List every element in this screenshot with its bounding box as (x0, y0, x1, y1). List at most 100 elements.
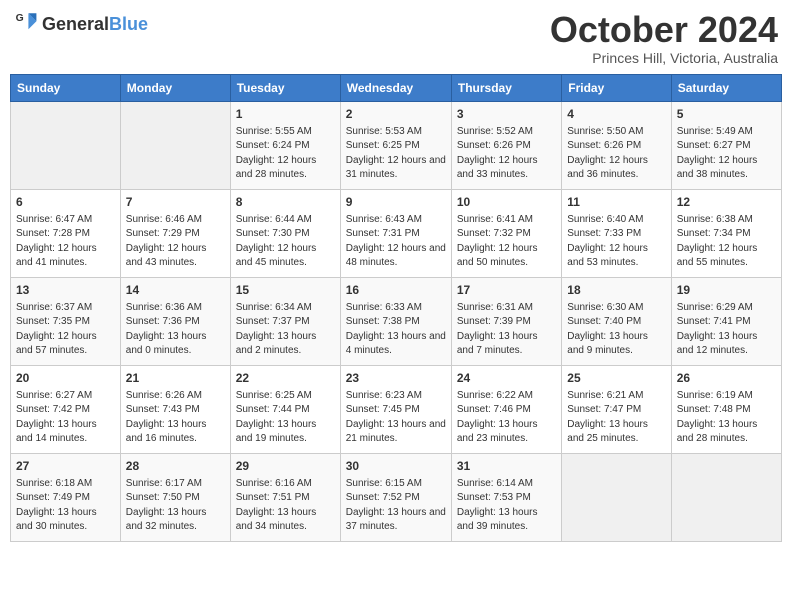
day-number: 31 (457, 458, 556, 475)
calendar-cell: 18 Sunrise: 6:30 AM Sunset: 7:40 PM Dayli… (562, 277, 671, 365)
day-info: Sunrise: 6:46 AM Sunset: 7:29 PM Dayligh… (126, 213, 225, 271)
calendar-cell: 31 Sunrise: 6:14 AM Sunset: 7:53 PM Dayli… (451, 453, 561, 541)
day-header-thursday: Thursday (451, 74, 561, 101)
day-info: Sunrise: 6:29 AM Sunset: 7:41 PM Dayligh… (677, 301, 776, 359)
calendar-cell: 10Sunrise: 6:41 AM Sunset: 7:32 PM Dayli… (451, 189, 561, 277)
calendar-cell: 28 Sunrise: 6:17 AM Sunset: 7:50 PM Dayli… (120, 453, 230, 541)
calendar-cell: 26 Sunrise: 6:19 AM Sunset: 7:48 PM Dayli… (671, 365, 781, 453)
day-number: 24 (457, 370, 556, 387)
day-number: 5 (677, 106, 776, 123)
calendar-week-1: 1 Sunrise: 5:55 AM Sunset: 6:24 PM Daylig… (11, 101, 782, 189)
day-info: Sunrise: 6:17 AM Sunset: 7:50 PM Dayligh… (126, 477, 225, 535)
day-info: Sunrise: 6:18 AM Sunset: 7:49 PM Dayligh… (16, 477, 115, 535)
day-info: Sunrise: 6:38 AM Sunset: 7:34 PM Dayligh… (677, 213, 776, 271)
day-info: Sunrise: 6:26 AM Sunset: 7:43 PM Dayligh… (126, 389, 225, 447)
day-header-tuesday: Tuesday (230, 74, 340, 101)
day-number: 2 (346, 106, 446, 123)
calendar-cell: 9 Sunrise: 6:43 AM Sunset: 7:31 PM Daylig… (340, 189, 451, 277)
day-number: 22 (236, 370, 335, 387)
day-number: 26 (677, 370, 776, 387)
day-info: Sunrise: 6:36 AM Sunset: 7:36 PM Dayligh… (126, 301, 225, 359)
calendar-week-2: 6 Sunrise: 6:47 AM Sunset: 7:28 PM Daylig… (11, 189, 782, 277)
calendar-cell: 2 Sunrise: 5:53 AM Sunset: 6:25 PM Daylig… (340, 101, 451, 189)
calendar-cell: 15 Sunrise: 6:34 AM Sunset: 7:37 PM Dayli… (230, 277, 340, 365)
day-number: 3 (457, 106, 556, 123)
day-number: 23 (346, 370, 446, 387)
day-info: Sunrise: 5:50 AM Sunset: 6:26 PM Dayligh… (567, 125, 665, 183)
day-number: 9 (346, 194, 446, 211)
day-number: 20 (16, 370, 115, 387)
calendar-cell: 14 Sunrise: 6:36 AM Sunset: 7:36 PM Dayli… (120, 277, 230, 365)
day-number: 8 (236, 194, 335, 211)
day-info: Sunrise: 6:40 AM Sunset: 7:33 PM Dayligh… (567, 213, 665, 271)
day-info: Sunrise: 6:23 AM Sunset: 7:45 PM Dayligh… (346, 389, 446, 447)
day-number: 18 (567, 282, 665, 299)
day-info: Sunrise: 6:31 AM Sunset: 7:39 PM Dayligh… (457, 301, 556, 359)
day-info: Sunrise: 6:22 AM Sunset: 7:46 PM Dayligh… (457, 389, 556, 447)
location: Princes Hill, Victoria, Australia (550, 50, 778, 66)
day-info: Sunrise: 6:16 AM Sunset: 7:51 PM Dayligh… (236, 477, 335, 535)
day-info: Sunrise: 6:27 AM Sunset: 7:42 PM Dayligh… (16, 389, 115, 447)
day-info: Sunrise: 6:37 AM Sunset: 7:35 PM Dayligh… (16, 301, 115, 359)
calendar-cell (11, 101, 121, 189)
day-info: Sunrise: 6:34 AM Sunset: 7:37 PM Dayligh… (236, 301, 335, 359)
calendar-cell: 19Sunrise: 6:29 AM Sunset: 7:41 PM Dayli… (671, 277, 781, 365)
day-number: 6 (16, 194, 115, 211)
day-number: 28 (126, 458, 225, 475)
day-number: 10 (457, 194, 556, 211)
day-info: Sunrise: 5:49 AM Sunset: 6:27 PM Dayligh… (677, 125, 776, 183)
calendar-cell: 29 Sunrise: 6:16 AM Sunset: 7:51 PM Dayli… (230, 453, 340, 541)
day-number: 29 (236, 458, 335, 475)
calendar-cell: 20 Sunrise: 6:27 AM Sunset: 7:42 PM Dayli… (11, 365, 121, 453)
calendar-cell (120, 101, 230, 189)
calendar-cell: 27Sunrise: 6:18 AM Sunset: 7:49 PM Dayli… (11, 453, 121, 541)
month-title: October 2024 (550, 10, 778, 50)
day-info: Sunrise: 5:53 AM Sunset: 6:25 PM Dayligh… (346, 125, 446, 183)
calendar-cell: 30 Sunrise: 6:15 AM Sunset: 7:52 PM Dayli… (340, 453, 451, 541)
svg-text:G: G (16, 13, 24, 24)
day-number: 15 (236, 282, 335, 299)
logo-text-blue: Blue (109, 14, 148, 34)
calendar-cell (671, 453, 781, 541)
calendar-cell: 21 Sunrise: 6:26 AM Sunset: 7:43 PM Dayli… (120, 365, 230, 453)
day-number: 14 (126, 282, 225, 299)
calendar-cell: 13 Sunrise: 6:37 AM Sunset: 7:35 PM Dayli… (11, 277, 121, 365)
day-info: Sunrise: 6:47 AM Sunset: 7:28 PM Dayligh… (16, 213, 115, 271)
calendar-cell: 4 Sunrise: 5:50 AM Sunset: 6:26 PM Daylig… (562, 101, 671, 189)
calendar-cell: 23 Sunrise: 6:23 AM Sunset: 7:45 PM Dayli… (340, 365, 451, 453)
calendar-week-4: 20 Sunrise: 6:27 AM Sunset: 7:42 PM Dayli… (11, 365, 782, 453)
day-number: 30 (346, 458, 446, 475)
day-info: Sunrise: 6:19 AM Sunset: 7:48 PM Dayligh… (677, 389, 776, 447)
calendar-cell: 3Sunrise: 5:52 AM Sunset: 6:26 PM Daylig… (451, 101, 561, 189)
day-info: Sunrise: 5:55 AM Sunset: 6:24 PM Dayligh… (236, 125, 335, 183)
day-number: 13 (16, 282, 115, 299)
calendar-cell: 22Sunrise: 6:25 AM Sunset: 7:44 PM Dayli… (230, 365, 340, 453)
calendar-cell: 11 Sunrise: 6:40 AM Sunset: 7:33 PM Dayli… (562, 189, 671, 277)
title-block: October 2024 Princes Hill, Victoria, Aus… (550, 10, 778, 66)
day-info: Sunrise: 6:14 AM Sunset: 7:53 PM Dayligh… (457, 477, 556, 535)
calendar-cell: 6 Sunrise: 6:47 AM Sunset: 7:28 PM Daylig… (11, 189, 121, 277)
day-header-wednesday: Wednesday (340, 74, 451, 101)
day-number: 4 (567, 106, 665, 123)
calendar-table: SundayMondayTuesdayWednesdayThursdayFrid… (10, 74, 782, 542)
day-info: Sunrise: 6:43 AM Sunset: 7:31 PM Dayligh… (346, 213, 446, 271)
day-number: 12 (677, 194, 776, 211)
calendar-cell: 16 Sunrise: 6:33 AM Sunset: 7:38 PM Dayli… (340, 277, 451, 365)
page-header: G GeneralBlue October 2024 Princes Hill,… (10, 10, 782, 66)
day-header-saturday: Saturday (671, 74, 781, 101)
calendar-cell: 17Sunrise: 6:31 AM Sunset: 7:39 PM Dayli… (451, 277, 561, 365)
calendar-header-row: SundayMondayTuesdayWednesdayThursdayFrid… (11, 74, 782, 101)
day-info: Sunrise: 6:15 AM Sunset: 7:52 PM Dayligh… (346, 477, 446, 535)
logo: G GeneralBlue (14, 10, 148, 39)
day-number: 16 (346, 282, 446, 299)
day-header-sunday: Sunday (11, 74, 121, 101)
day-info: Sunrise: 6:33 AM Sunset: 7:38 PM Dayligh… (346, 301, 446, 359)
day-info: Sunrise: 6:30 AM Sunset: 7:40 PM Dayligh… (567, 301, 665, 359)
day-number: 1 (236, 106, 335, 123)
calendar-cell: 25Sunrise: 6:21 AM Sunset: 7:47 PM Dayli… (562, 365, 671, 453)
day-number: 7 (126, 194, 225, 211)
day-number: 11 (567, 194, 665, 211)
calendar-week-5: 27Sunrise: 6:18 AM Sunset: 7:49 PM Dayli… (11, 453, 782, 541)
day-number: 21 (126, 370, 225, 387)
day-info: Sunrise: 6:44 AM Sunset: 7:30 PM Dayligh… (236, 213, 335, 271)
